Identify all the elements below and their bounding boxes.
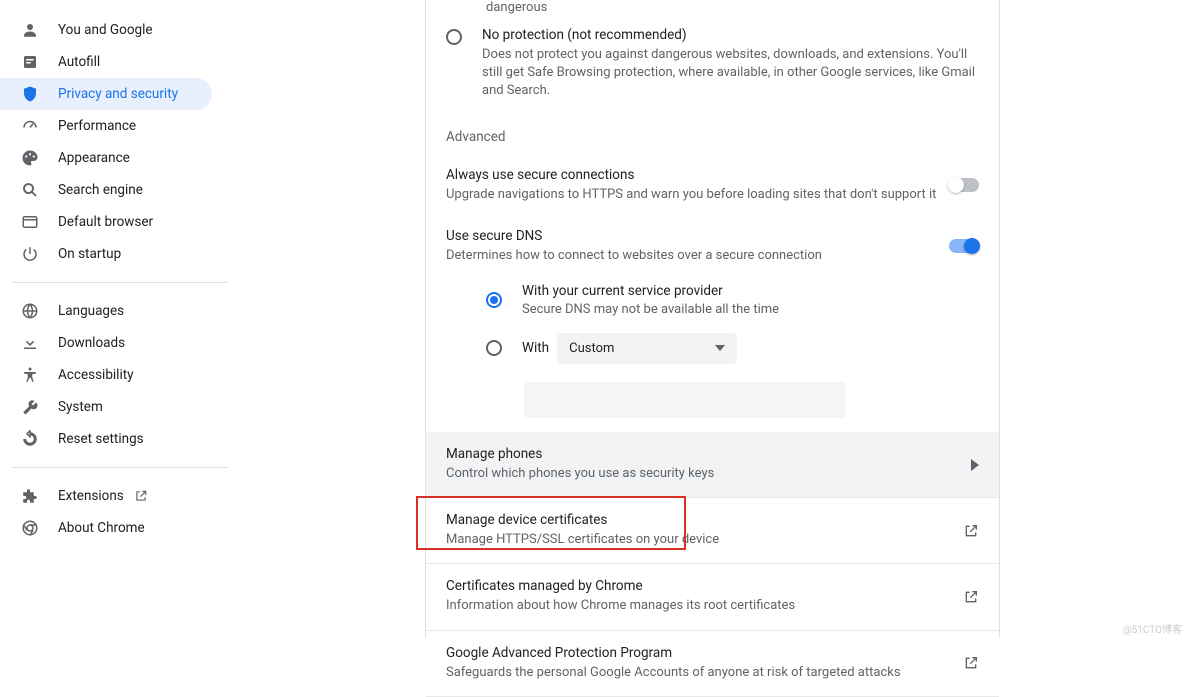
sidebar-item-label: On startup [58,246,121,262]
external-link-icon [134,489,148,503]
sidebar-item-reset[interactable]: Reset settings [0,423,212,455]
sidebar-item-label: Default browser [58,214,153,230]
download-icon [20,333,40,353]
no-protection-desc: Does not protect you against dangerous w… [482,46,979,101]
sidebar-item-label: Reset settings [58,431,144,447]
sidebar-divider [12,467,228,468]
watermark: @51CTO博客 [1123,621,1182,636]
phones-title: Manage phones [446,446,971,462]
globe-icon [20,301,40,321]
dns-custom-dropdown[interactable]: Custom [557,333,737,364]
radio-custom-provider[interactable] [486,340,502,356]
external-link-icon [963,655,979,671]
dns-provider-label: With your current service provider [522,283,779,299]
sidebar-divider [12,282,228,283]
extension-icon [20,486,40,506]
sidebar-item-label: Extensions [58,488,124,504]
sidebar-item-label: System [58,399,103,415]
main-content: dangerous No protection (not recommended… [425,0,1000,638]
dns-provider-row[interactable]: With your current service provider Secur… [486,275,979,325]
speedometer-icon [20,116,40,136]
sidebar-item-languages[interactable]: Languages [0,295,212,327]
sidebar-item-label: Performance [58,118,136,134]
palette-icon [20,148,40,168]
browser-icon [20,212,40,232]
sidebar-item-appearance[interactable]: Appearance [0,142,212,174]
external-link-icon [963,523,979,539]
secure-dns-toggle[interactable] [949,239,979,253]
manage-phones-row[interactable]: Manage phones Control which phones you u… [426,432,999,498]
sidebar-item-performance[interactable]: Performance [0,110,212,142]
person-icon [20,20,40,40]
wrench-icon [20,397,40,417]
dns-provider-desc: Secure DNS may not be available all the … [522,302,779,317]
external-link-icon [963,589,979,605]
sidebar-item-autofill[interactable]: Autofill [0,46,212,78]
dropdown-value: Custom [569,341,614,356]
sidebar-item-label: Accessibility [58,367,134,383]
radio-no-protection[interactable] [446,29,462,45]
dns-custom-input[interactable] [524,382,846,418]
highlight-annotation [416,496,686,550]
sidebar-item-label: Autofill [58,54,100,70]
reset-icon [20,429,40,449]
gapp-title: Google Advanced Protection Program [446,645,951,661]
sidebar-item-about[interactable]: About Chrome [0,512,212,544]
sidebar-item-default-browser[interactable]: Default browser [0,206,212,238]
accessibility-icon [20,365,40,385]
chrome-icon [20,518,40,538]
secure-connections-row[interactable]: Always use secure connections Upgrade na… [426,155,999,216]
secure-dns-row[interactable]: Use secure DNS Determines how to connect… [426,216,999,271]
gapp-desc: Safeguards the personal Google Accounts … [446,664,951,682]
sidebar-item-downloads[interactable]: Downloads [0,327,212,359]
no-protection-row[interactable]: No protection (not recommended) Does not… [426,19,999,115]
search-icon [20,180,40,200]
no-protection-title: No protection (not recommended) [482,27,979,43]
sidebar-item-label: Search engine [58,182,143,198]
shield-icon [20,84,40,104]
autofill-icon [20,52,40,72]
sidebar: You and Google Autofill Privacy and secu… [0,0,240,638]
secure-conn-toggle[interactable] [949,178,979,192]
advanced-header: Advanced [426,115,999,155]
secure-dns-desc: Determines how to connect to websites ov… [446,247,949,265]
manage-certificates-row[interactable]: Manage device certificates Manage HTTPS/… [426,498,999,564]
sidebar-item-label: Appearance [58,150,130,166]
sidebar-item-privacy[interactable]: Privacy and security [0,78,212,110]
sidebar-item-accessibility[interactable]: Accessibility [0,359,212,391]
secure-dns-title: Use secure DNS [446,228,949,244]
power-icon [20,244,40,264]
secure-conn-desc: Upgrade navigations to HTTPS and warn yo… [446,186,949,204]
secure-conn-title: Always use secure connections [446,167,949,183]
chevron-right-icon [971,459,979,471]
sidebar-item-label: About Chrome [58,520,145,536]
sidebar-item-label: Languages [58,303,124,319]
chrome-certs-desc: Information about how Chrome manages its… [446,597,951,615]
sidebar-item-label: Downloads [58,335,125,351]
sidebar-item-search-engine[interactable]: Search engine [0,174,212,206]
phones-desc: Control which phones you use as security… [446,465,971,483]
dns-custom-row[interactable]: With Custom [486,325,979,372]
chrome-certs-title: Certificates managed by Chrome [446,578,951,594]
chrome-certificates-row[interactable]: Certificates managed by Chrome Informati… [426,564,999,630]
sidebar-item-label: Privacy and security [58,86,178,102]
radio-current-provider[interactable] [486,292,502,308]
dangerous-text: dangerous [426,0,999,19]
sidebar-item-you-google[interactable]: You and Google [0,14,212,46]
advanced-protection-row[interactable]: Google Advanced Protection Program Safeg… [426,631,999,697]
dns-custom-label: With [522,340,549,356]
sidebar-item-startup[interactable]: On startup [0,238,212,270]
sidebar-item-label: You and Google [58,22,153,38]
sidebar-item-system[interactable]: System [0,391,212,423]
sidebar-item-extensions[interactable]: Extensions [0,480,212,512]
dropdown-arrow-icon [715,345,725,351]
